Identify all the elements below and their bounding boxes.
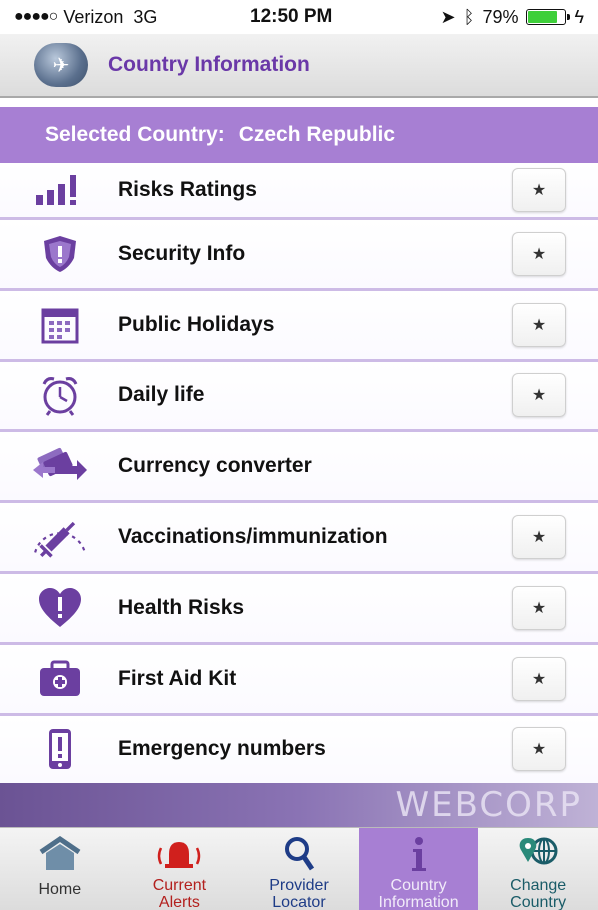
favorite-star-button[interactable]: ★	[512, 727, 566, 772]
calendar-icon	[30, 303, 90, 347]
favorite-star-button[interactable]: ★	[512, 302, 566, 347]
location-arrow-icon: ➤	[440, 6, 456, 27]
list-item-emergency-numbers[interactable]: Emergency numbers ★	[0, 715, 598, 787]
selected-country-label: Selected Country:	[45, 123, 225, 146]
favorite-star-button[interactable]: ★	[512, 231, 566, 276]
globe-pin-icon	[514, 836, 562, 872]
list-item-label: Daily life	[118, 383, 205, 407]
selected-country-bar: Selected Country: Czech Republic	[0, 107, 598, 163]
tab-label: Change Country	[510, 877, 567, 910]
first-aid-kit-icon	[30, 657, 90, 701]
list-item-label: Health Risks	[118, 595, 245, 619]
alarm-clock-icon	[30, 373, 90, 417]
list-item-vaccinations[interactable]: Vaccinations/immunization ★	[0, 503, 598, 574]
search-icon	[281, 836, 317, 872]
favorite-star-button[interactable]: ★	[512, 515, 566, 560]
list-item-label: Vaccinations/immunization	[118, 525, 388, 549]
tab-label: Current Alerts	[152, 877, 207, 910]
list-item-label: Security Info	[118, 241, 246, 265]
tab-provider-locator[interactable]: Provider Locator	[239, 828, 359, 910]
list-item-label: Currency converter	[118, 454, 312, 478]
tab-change-country[interactable]: Change Country	[478, 828, 598, 910]
list-item-risks-ratings[interactable]: Risks Ratings ★	[0, 163, 598, 220]
heart-alert-icon	[30, 586, 90, 630]
brand-logo-text: WEBCORP	[395, 785, 582, 825]
nav-header: ✈ Country Information	[0, 34, 598, 98]
syringe-icon	[30, 515, 90, 559]
list-item-daily-life[interactable]: Daily life ★	[0, 361, 598, 433]
tab-label: Provider Locator	[269, 877, 329, 910]
tab-bar: Home Current Alerts Provider Locator Cou…	[0, 827, 598, 910]
brand-banner: WEBCORP	[0, 783, 598, 827]
page-title: Country Information	[108, 53, 310, 76]
list-item-label: Risks Ratings	[118, 178, 257, 201]
tab-current-alerts[interactable]: Current Alerts	[120, 828, 240, 910]
info-list: Risks Ratings ★ Security Info ★ Public H…	[0, 163, 598, 787]
list-item-currency-converter[interactable]: Currency converter	[0, 432, 598, 504]
list-item-health-risks[interactable]: Health Risks ★	[0, 573, 598, 645]
status-right: ➤ ᛒ 79% ϟ	[441, 7, 584, 28]
bluetooth-icon: ᛒ	[463, 6, 475, 27]
app-logo-icon[interactable]: ✈	[34, 43, 88, 87]
phone-alert-icon	[30, 727, 90, 771]
risk-rating-bars-icon	[30, 168, 90, 212]
favorite-star-button[interactable]: ★	[512, 373, 566, 418]
list-item-label: Public Holidays	[118, 312, 275, 336]
list-item-public-holidays[interactable]: Public Holidays ★	[0, 290, 598, 362]
favorite-star-button[interactable]: ★	[512, 168, 566, 212]
info-icon	[407, 836, 431, 872]
list-item-label: First Aid Kit	[118, 666, 237, 690]
battery-icon	[526, 9, 571, 25]
favorite-star-button[interactable]: ★	[512, 656, 566, 701]
signal-strength-icon: ●●●●○	[14, 8, 58, 25]
currency-exchange-icon	[30, 444, 90, 488]
carrier-name: Verizon 3G	[63, 6, 158, 27]
list-item-label: Emergency numbers	[118, 737, 326, 761]
favorite-star-button[interactable]: ★	[512, 585, 566, 630]
tab-label: Home	[38, 881, 82, 898]
selected-country-name: Czech Republic	[238, 123, 396, 146]
clock: 12:50 PM	[250, 6, 333, 27]
tab-country-information[interactable]: Country Information	[358, 828, 479, 910]
shield-alert-icon	[30, 232, 90, 276]
charging-icon: ϟ	[574, 6, 584, 27]
home-icon	[37, 836, 83, 872]
status-bar: ●●●●○ Verizon 3G 12:50 PM ➤ ᛒ 79% ϟ	[0, 0, 598, 34]
tab-label: Country Information	[378, 877, 459, 910]
battery-percent: 79%	[482, 6, 519, 27]
tab-home[interactable]: Home	[0, 828, 120, 910]
list-item-security-info[interactable]: Security Info ★	[0, 220, 598, 291]
alarm-bell-icon	[155, 836, 203, 872]
list-item-first-aid-kit[interactable]: First Aid Kit ★	[0, 644, 598, 716]
